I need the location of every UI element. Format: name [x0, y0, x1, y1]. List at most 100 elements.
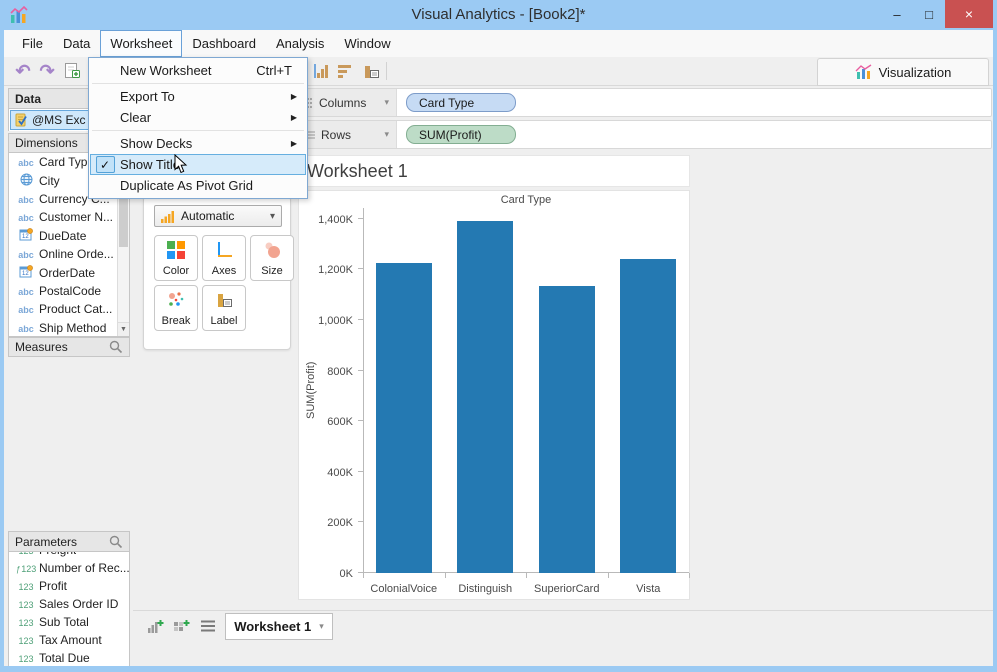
- dimension-item[interactable]: abc Customer N...: [9, 208, 129, 226]
- toolbar-separator: [386, 62, 387, 80]
- columns-label-text: Columns: [319, 95, 367, 110]
- chart-bar[interactable]: [375, 263, 432, 573]
- sort-descending-icon[interactable]: [334, 60, 356, 82]
- menu-item-show-title[interactable]: ✓ Show Title: [90, 154, 306, 175]
- undo-icon[interactable]: ↶: [12, 60, 34, 82]
- x-axis-label: Vista: [636, 583, 661, 595]
- window-content: File Data Worksheet Dashboard Analysis Window…: [4, 30, 993, 666]
- measure-item[interactable]: 123 Total Due: [9, 649, 129, 666]
- measure-item[interactable]: 123 Sales Order ID: [9, 595, 129, 613]
- label-button[interactable]: Label: [202, 285, 246, 331]
- menubar-item-dashboard[interactable]: Dashboard: [182, 30, 266, 57]
- menu-item-duplicate-as-pivot-grid[interactable]: Duplicate As Pivot Grid: [90, 175, 306, 196]
- worksheet-tab-dropdown-icon[interactable]: ▾: [319, 621, 324, 632]
- text-field-icon: abc: [18, 194, 34, 205]
- size-button[interactable]: Size: [250, 235, 294, 281]
- y-tick-mark: [358, 420, 363, 422]
- show-labels-icon[interactable]: [360, 60, 382, 82]
- globe-icon: [20, 173, 32, 186]
- chart-bar[interactable]: [538, 285, 595, 573]
- rows-dropdown-icon[interactable]: ▾: [384, 129, 389, 140]
- dimension-item[interactable]: abc PostalCode: [9, 282, 129, 300]
- color-button[interactable]: Color: [154, 235, 198, 281]
- field-icon-cell: abc: [13, 210, 39, 224]
- y-tick-mark: [358, 268, 363, 270]
- scroll-down-icon[interactable]: ▼: [118, 322, 129, 336]
- menu-item-show-decks[interactable]: Show Decks ▶: [90, 133, 306, 154]
- window-controls: – □ ×: [881, 0, 993, 28]
- measure-item[interactable]: 123 Tax Amount: [9, 631, 129, 649]
- data-panel-title: Data: [15, 91, 42, 106]
- chart-panel: Card Type SUM(Profit) 0K 200K 400K 600K 800K 1,…: [298, 190, 690, 600]
- close-button[interactable]: ×: [945, 0, 993, 28]
- columns-dropdown-icon[interactable]: ▾: [384, 97, 389, 108]
- menu-item-clear[interactable]: Clear ▶: [90, 107, 306, 128]
- visualization-button[interactable]: Visualization: [817, 58, 989, 86]
- menu-item-export-to[interactable]: Export To ▶: [90, 86, 306, 107]
- search-icon[interactable]: [109, 340, 123, 354]
- columns-shelf-label[interactable]: Columns ▾: [299, 89, 397, 116]
- chart-bar[interactable]: [457, 221, 514, 573]
- x-tick-mark: [689, 573, 690, 578]
- menubar-item-data[interactable]: Data: [53, 30, 100, 57]
- axes-button[interactable]: Axes: [202, 235, 246, 281]
- worksheet-tab-label: Worksheet 1: [234, 619, 312, 634]
- parameters-header: Parameters: [8, 531, 130, 552]
- field-icon-cell: 12: [13, 264, 39, 281]
- menubar-item-analysis[interactable]: Analysis: [266, 30, 334, 57]
- text-field-icon: abc: [18, 323, 34, 334]
- menu-item-new-worksheet[interactable]: New Worksheet Ctrl+T: [90, 60, 306, 81]
- columns-pill-card-type[interactable]: Card Type: [406, 93, 516, 112]
- chart-bar[interactable]: [620, 259, 677, 573]
- worksheet-tab[interactable]: Worksheet 1 ▾: [225, 613, 333, 640]
- minimize-button[interactable]: –: [881, 0, 913, 28]
- field-icon-cell: [13, 173, 39, 189]
- data-source-label: @MS Exc: [32, 113, 86, 127]
- dimension-item[interactable]: 12 DueDate: [9, 227, 129, 245]
- date-field-icon: 12: [19, 227, 33, 241]
- menu-item-label: Clear: [120, 110, 152, 125]
- visualization-label: Visualization: [878, 64, 952, 80]
- field-icon-cell: abc: [13, 321, 39, 335]
- chevron-down-icon: ▾: [269, 210, 275, 222]
- field-icon-cell: abc: [13, 155, 39, 169]
- menubar-item-worksheet[interactable]: Worksheet: [100, 30, 183, 57]
- number-field-icon: 123: [18, 636, 34, 646]
- x-axis-label: ColonialVoice: [370, 583, 438, 595]
- x-axis-label: Distinguish: [458, 583, 513, 595]
- submenu-arrow-icon: ▶: [290, 139, 297, 148]
- menubar-item-window[interactable]: Window: [334, 30, 400, 57]
- y-tick-label: 200K: [327, 517, 353, 530]
- x-tick-mark: [444, 573, 446, 578]
- rows-pill-sum-profit[interactable]: SUM(Profit): [406, 125, 516, 144]
- new-dashboard-icon[interactable]: [171, 616, 193, 636]
- dimension-item[interactable]: abc Product Cat...: [9, 300, 129, 318]
- x-tick-mark: [526, 573, 527, 578]
- check-icon: ✓: [95, 156, 115, 173]
- y-tick-mark: [358, 319, 363, 321]
- dimension-item[interactable]: 12 OrderDate: [9, 263, 129, 281]
- dimension-item[interactable]: abc Online Orde...: [9, 245, 129, 263]
- worksheet-title-band: Worksheet 1: [298, 155, 690, 187]
- break-button[interactable]: Break: [154, 285, 198, 331]
- app-window: Visual Analytics - [Book2]* – □ × File Da…: [0, 0, 997, 672]
- menubar-item-file[interactable]: File: [12, 30, 53, 57]
- dimension-item[interactable]: abc Ship Method: [9, 319, 129, 336]
- break-label: Break: [161, 315, 191, 327]
- text-field-icon: abc: [18, 158, 34, 169]
- measure-item[interactable]: ƒ123 Number of Rec...: [9, 559, 129, 577]
- search-icon[interactable]: [109, 535, 123, 549]
- maximize-button[interactable]: □: [913, 0, 945, 28]
- measure-item[interactable]: 123 Sub Total: [9, 613, 129, 631]
- mark-type-value: Automatic: [181, 209, 235, 223]
- redo-icon[interactable]: ↷: [36, 60, 58, 82]
- sheet-list-icon[interactable]: [197, 616, 219, 636]
- menu-item-label: Show Decks: [120, 136, 193, 151]
- mark-type-dropdown[interactable]: Automatic ▾: [154, 205, 282, 227]
- measure-item[interactable]: 123 Profit: [9, 577, 129, 595]
- menu-separator: [92, 83, 304, 84]
- new-sheet-icon[interactable]: [145, 616, 167, 636]
- rows-shelf-label[interactable]: Rows ▾: [299, 121, 397, 148]
- new-worksheet-icon[interactable]: [61, 60, 83, 82]
- sort-ascending-icon[interactable]: [310, 60, 332, 82]
